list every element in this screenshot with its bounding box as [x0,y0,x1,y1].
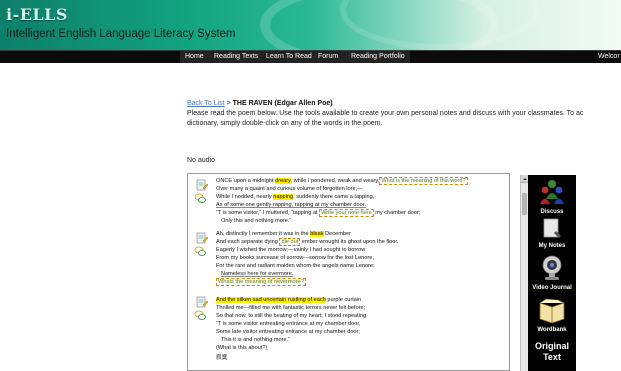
original-text-button[interactable]: Original Text [528,341,576,363]
audio-status: No audio [187,157,216,164]
page-title: THE RAVEN (Edgar Allen Poe) [232,100,333,107]
poem-line[interactable]: As of some one gently rapping, rapping a… [216,202,366,208]
note-pad-icon[interactable] [196,232,208,244]
poem-line[interactable]: Ah, distinctly I remember it was in the … [216,231,351,237]
comment-bubbles-icon[interactable] [194,192,206,204]
stanza-extra-note[interactable]: 寂寞 [216,353,227,361]
poem-line[interactable]: While I nodded, nearly napping, suddenly… [216,194,374,200]
poem-line[interactable]: “T is some visitor entreating entrance a… [216,321,360,327]
site-header: i-ELLS Intelligent English Language Lite… [0,0,621,50]
inline-note[interactable]: What is the meaning of this word? [379,177,468,185]
poem-panel: ONCE upon a midnight dreary, while I pon… [187,173,510,371]
poem-line[interactable]: Thrilled me—filled me with fantastic ter… [216,305,365,311]
poem-line[interactable]: ONCE upon a midnight dreary, while I pon… [216,177,468,185]
highlighted-word: bleak [310,231,324,237]
original-text-label-2: Text [543,352,561,362]
stanza-question[interactable]: (What is this about?) [216,345,267,351]
video-journal-label: Video Journal [532,285,572,291]
webcam-icon [542,255,562,280]
poem-line[interactable]: And each separate dying die out ember wr… [216,238,399,246]
wordbank-button[interactable]: Wordbank [528,297,576,333]
discuss-people-icon [540,180,564,204]
stanza-note[interactable]: Whats the meaning of nevermore? [216,278,306,286]
nav-reading-texts[interactable]: Reading Texts [214,53,258,60]
nav-forum[interactable]: Forum [318,53,338,60]
poem-line[interactable]: Nameless here for evermore. [221,271,293,277]
main-nav: Home Reading Texts Learn To Read Forum R… [0,50,621,63]
note-pad-icon[interactable] [196,179,208,191]
comment-bubbles-icon[interactable] [194,245,206,257]
comment-bubbles-icon[interactable] [194,309,206,321]
highlighted-word: napping [273,194,294,200]
poem-line[interactable]: From my books surcease of sorrow—sorrow … [216,255,374,261]
inline-note[interactable]: die out [279,238,301,246]
my-notes-label: My Notes [538,243,566,249]
original-text-label-1: Original [534,341,569,351]
notes-icon [543,218,561,238]
nav-welcome: Welcor [598,53,620,60]
nav-home[interactable]: Home [185,53,204,60]
poem-line[interactable]: This it is and nothing more.” [221,337,290,343]
scroll-thumb[interactable] [522,193,527,215]
site-logo[interactable]: i-ELLS [6,5,68,24]
poem-scrollbar[interactable] [520,175,529,371]
poem-line[interactable]: So that now, to still the beating of my … [216,313,366,319]
instructions-line-2: dictionary, simply double-click on any o… [187,120,383,127]
back-to-list-link[interactable]: Back To List [187,100,225,107]
poem-line[interactable]: Some late visitor entreating entrance at… [216,329,360,335]
highlighted-phrase: And the silken sad uncertain rustling of… [216,297,326,303]
video-journal-button[interactable]: Video Journal [528,253,576,291]
poem-line[interactable]: For the rare and radiant maiden whom the… [216,263,375,269]
note-pad-icon[interactable] [196,296,208,308]
breadcrumb: Back To List > THE RAVEN (Edgar Allen Po… [187,100,333,107]
poem-line[interactable]: Only this and nothing more.” [221,218,291,224]
discuss-button[interactable]: Discuss [528,177,576,215]
nav-learn-to-read[interactable]: Learn To Read [266,53,312,60]
my-notes-button[interactable]: My Notes [528,217,576,249]
breadcrumb-separator: > [226,100,231,107]
nav-reading-portfolio[interactable]: Reading Portfolio [351,53,405,60]
wordbank-book-icon [539,298,565,324]
poem-line[interactable]: And the silken sad uncertain rustling of… [216,297,361,303]
poem-line[interactable]: “T is some visitor,” I muttered, “tappin… [216,209,420,217]
instructions-line-1: Please read the poem below. Use the tool… [187,110,584,117]
discuss-label: Discuss [540,209,564,215]
poem-line[interactable]: Over many a quaint and curious volume of… [216,186,363,192]
inline-note-input[interactable]: Write your note here [319,209,374,217]
highlighted-word: dreary [275,178,291,184]
wordbank-label: Wordbank [537,327,567,333]
site-tagline: Intelligent English Language Literacy Sy… [6,28,236,40]
poem-line[interactable]: Eagerly I wished the morrow;—vainly I ha… [216,247,365,253]
tools-sidebar: Discuss My Notes Video Journal Wordbank … [528,175,576,371]
